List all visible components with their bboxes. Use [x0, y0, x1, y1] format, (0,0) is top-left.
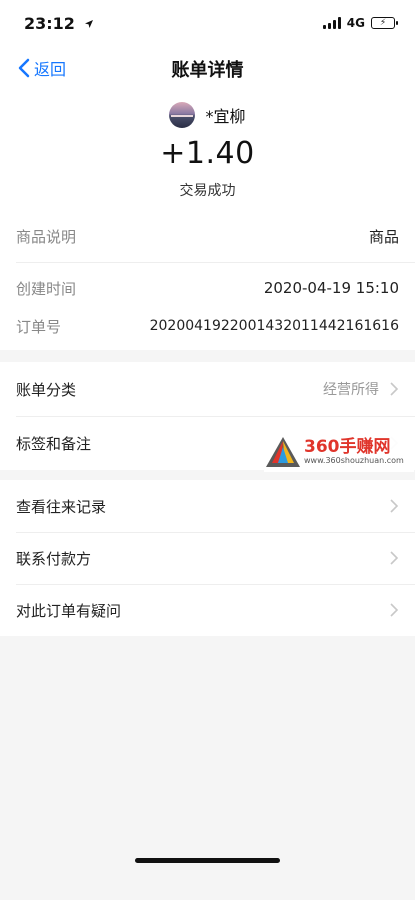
location-arrow-icon: [84, 20, 93, 28]
watermark: 360手赚网 www.360shouzhuan.com: [264, 432, 414, 472]
divider: [16, 262, 415, 263]
watermark-logo-icon: [266, 437, 300, 467]
watermark-url: www.360shouzhuan.com: [304, 456, 404, 465]
battery-charging-icon: ⚡: [371, 17, 398, 29]
chevron-right-icon: [390, 551, 399, 565]
avatar: [169, 102, 196, 128]
question-label: 对此订单有疑问: [16, 601, 122, 620]
payer-info[interactable]: *宜柳: [0, 102, 415, 128]
created-row: 创建时间 2020-04-19 15:10: [16, 276, 399, 300]
chevron-right-icon: [390, 603, 399, 617]
payer-name: *宜柳: [205, 107, 246, 126]
status-time: 23:12: [24, 14, 94, 33]
history-label: 查看往来记录: [16, 497, 107, 516]
product-label: 商品说明: [16, 227, 77, 246]
network-type: 4G: [346, 16, 365, 30]
amount: +1.40: [160, 136, 255, 171]
product-row: 商品说明 商品: [16, 224, 399, 248]
signal-icon: [322, 17, 341, 29]
question-row[interactable]: 对此订单有疑问: [16, 597, 399, 623]
transaction-status: 交易成功: [179, 183, 236, 199]
status-indicators: 4G ⚡: [322, 16, 398, 30]
bill-header: *宜柳 +1.40 交易成功: [0, 88, 415, 210]
status-time-text: 23:12: [24, 14, 75, 33]
contact-label: 联系付款方: [16, 549, 92, 568]
created-value: 2020-04-19 15:10: [263, 279, 399, 297]
divider: [16, 584, 415, 585]
actions-section: 查看往来记录 联系付款方 对此订单有疑问: [0, 480, 415, 636]
created-label: 创建时间: [16, 279, 77, 298]
category-label: 账单分类: [16, 380, 77, 399]
details-section: 商品说明 商品 创建时间 2020-04-19 15:10 订单号 202004…: [0, 210, 415, 350]
chevron-right-icon: [390, 499, 399, 513]
home-indicator[interactable]: [135, 858, 280, 863]
order-value[interactable]: 2020041922001432011442161616: [150, 318, 399, 334]
chevron-right-icon: [390, 382, 399, 396]
category-row[interactable]: 账单分类 经营所得: [16, 376, 399, 402]
watermark-brand: 360手赚网: [304, 437, 391, 457]
tags-label: 标签和备注: [16, 434, 92, 453]
order-label: 订单号: [16, 317, 62, 336]
divider: [16, 416, 415, 417]
contact-row[interactable]: 联系付款方: [16, 545, 399, 571]
status-bar: 23:12 4G ⚡: [0, 0, 415, 48]
divider: [16, 532, 415, 533]
category-value: 经营所得: [323, 382, 379, 398]
order-row: 订单号 2020041922001432011442161616: [16, 314, 399, 338]
nav-bar: 返回 账单详情: [0, 48, 415, 88]
history-row[interactable]: 查看往来记录: [16, 493, 399, 519]
page-title: 账单详情: [171, 60, 244, 81]
product-value: 商品: [368, 227, 399, 246]
